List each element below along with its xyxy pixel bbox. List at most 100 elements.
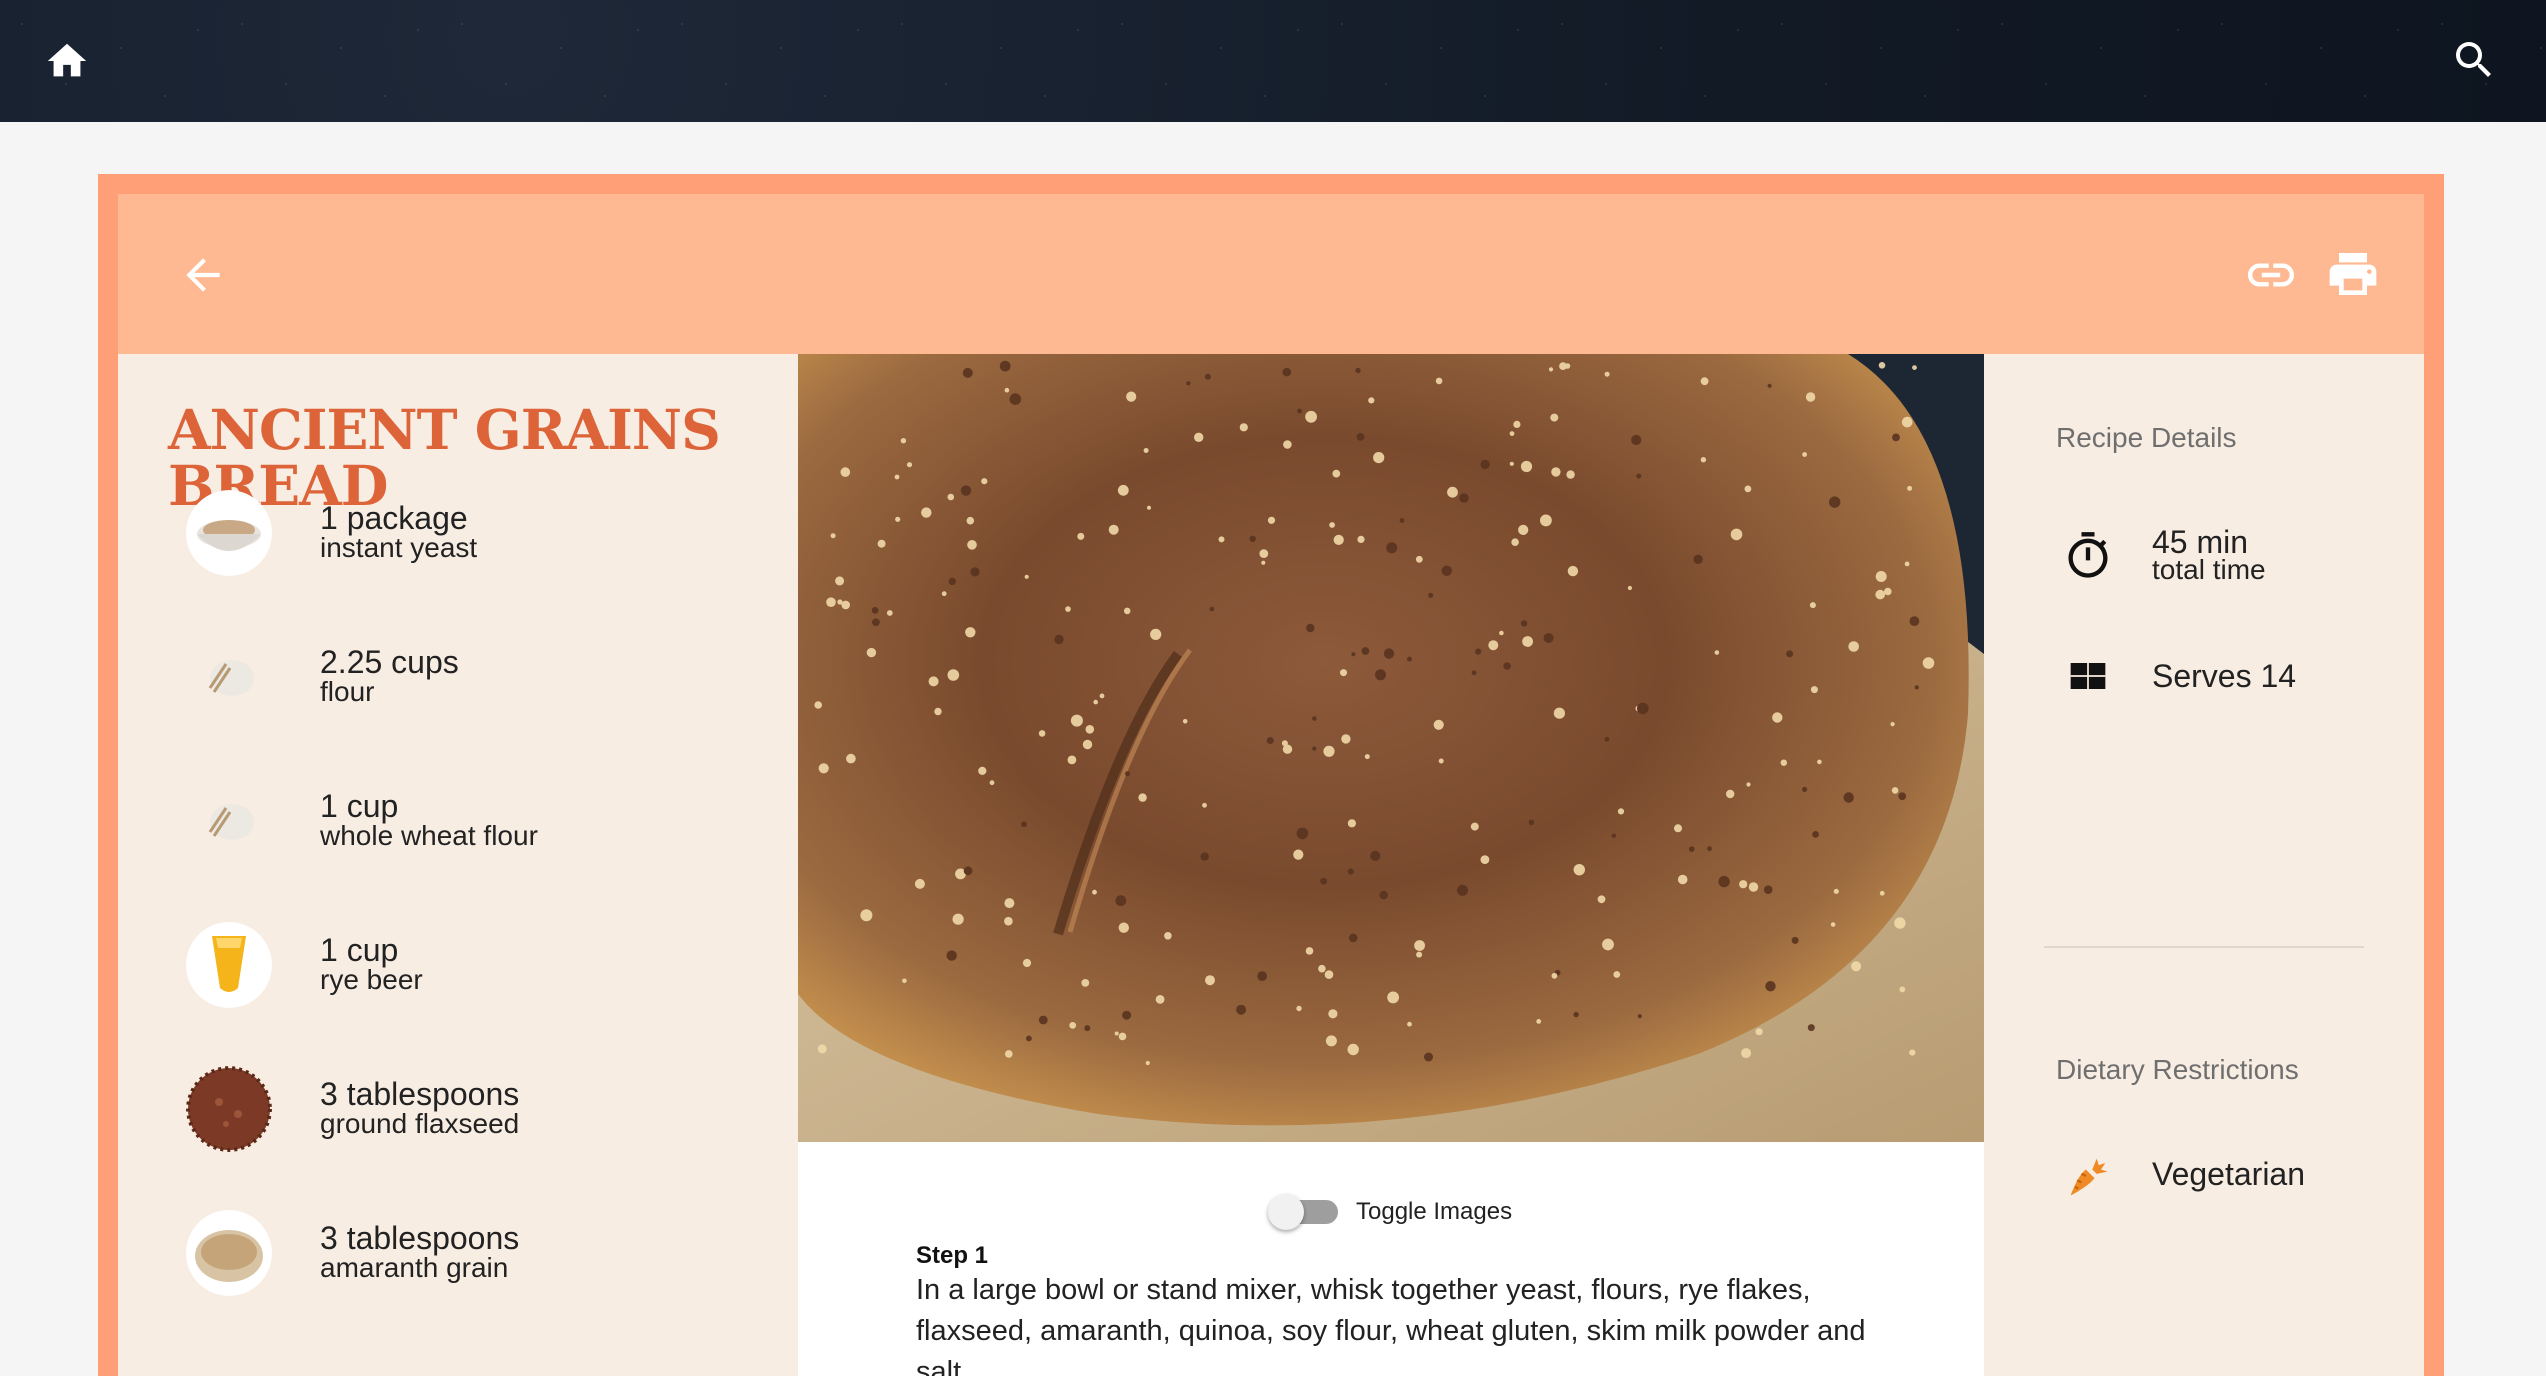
seed-speck: [1611, 833, 1616, 838]
seed-speck: [914, 878, 925, 889]
seed-speck: [962, 367, 973, 378]
seed-speck: [1833, 888, 1839, 894]
seed-speck: [989, 780, 995, 786]
toggle-images-switch[interactable]: [1268, 1194, 1344, 1230]
seed-speck: [1805, 392, 1816, 402]
seed-speck: [1305, 947, 1314, 955]
seed-speck: [1550, 413, 1559, 422]
seed-speck: [1891, 787, 1899, 794]
seed-speck: [965, 627, 976, 638]
seed-speck: [1067, 755, 1077, 765]
seed-speck: [1306, 623, 1315, 633]
ingredient-item: 1 cup rye beer: [186, 922, 766, 1012]
seed-speck: [1004, 898, 1015, 909]
seed-speck: [1357, 535, 1365, 543]
seed-speck: [1767, 383, 1772, 388]
seed-speck: [1368, 397, 1375, 404]
seed-speck: [1810, 686, 1818, 694]
seed-speck: [1447, 486, 1458, 498]
seed-speck: [818, 763, 829, 774]
seed-speck: [1540, 514, 1552, 527]
dietary-restrictions-title: Dietary Restrictions: [2056, 1054, 2299, 1085]
seed-speck: [866, 647, 877, 658]
seed-speck: [1700, 377, 1709, 386]
seed-speck: [1259, 549, 1269, 558]
seed-speck: [900, 438, 907, 444]
seed-speck: [1399, 518, 1405, 523]
seed-speck: [1038, 1015, 1048, 1025]
seed-speck: [1325, 1035, 1337, 1047]
seed-speck: [1115, 895, 1127, 907]
seed-speck: [1261, 560, 1266, 565]
link-icon[interactable]: [2242, 252, 2300, 298]
seed-speck: [1143, 448, 1149, 453]
search-icon[interactable]: [2450, 36, 2498, 84]
seed-speck: [906, 462, 913, 468]
seed-speck: [1551, 467, 1561, 477]
seed-speck: [1520, 460, 1533, 473]
seed-speck: [841, 600, 850, 610]
seed-speck: [1843, 792, 1854, 803]
seed-speck: [1407, 656, 1412, 662]
ingredient-item: 1 cup whole wheat flour: [186, 778, 766, 868]
seed-speck: [970, 567, 980, 577]
seed-speck: [1347, 868, 1354, 875]
seed-speck: [941, 591, 947, 597]
seed-speck: [1065, 606, 1071, 612]
seed-speck: [1126, 391, 1137, 402]
arrow-back-icon[interactable]: [178, 250, 228, 300]
starfield-background: [0, 0, 2546, 122]
home-icon[interactable]: [44, 38, 90, 84]
seed-speck: [1081, 979, 1090, 987]
seed-speck: [1511, 538, 1519, 546]
seed-speck: [1636, 473, 1642, 479]
seed-speck: [1553, 707, 1565, 719]
seed-speck: [1204, 373, 1211, 380]
seed-speck: [1780, 759, 1787, 766]
seed-speck: [1688, 846, 1695, 852]
ingredients-panel: ANCIENT GRAINS BREAD 1 package instant ye…: [118, 354, 798, 1376]
seed-speck: [1604, 371, 1610, 377]
seed-speck: [1347, 1043, 1359, 1056]
seed-speck: [1383, 648, 1395, 659]
seed-speck: [1438, 758, 1444, 764]
seed-speck: [1341, 734, 1351, 744]
flour-image: [186, 778, 272, 864]
seed-speck: [826, 597, 836, 607]
seed-speck: [1114, 1031, 1119, 1036]
seed-speck: [1730, 528, 1743, 541]
seed-speck: [872, 618, 880, 627]
seed-speck: [1433, 719, 1444, 730]
seed-speck: [1024, 574, 1029, 579]
seed-speck: [1573, 864, 1585, 876]
seed-speck: [1297, 408, 1302, 414]
seed-speck: [1503, 662, 1511, 670]
seed-speck: [1637, 1014, 1642, 1019]
seed-speck: [1637, 702, 1649, 715]
seed-speck: [1901, 416, 1913, 428]
seed-speck: [1898, 792, 1907, 801]
ingredient-name: rye beer: [320, 964, 423, 995]
seed-speck: [934, 707, 942, 716]
print-icon[interactable]: [2324, 246, 2382, 302]
seed-speck: [1904, 561, 1910, 567]
seed-speck: [1004, 387, 1010, 393]
instructions-panel: Toggle Images Step 1 In a large bowl or …: [798, 1142, 1984, 1376]
seed-speck: [1070, 714, 1083, 727]
seed-speck: [1520, 620, 1528, 627]
seed-speck: [1700, 457, 1707, 463]
seed-speck: [1726, 789, 1735, 799]
seed-speck: [1205, 975, 1215, 986]
seed-speck: [1830, 922, 1836, 927]
seed-speck: [1138, 793, 1147, 802]
seed-speck: [1351, 652, 1356, 657]
seed-speck: [1567, 565, 1579, 577]
seed-speck: [1021, 821, 1027, 828]
seed-speck: [1004, 916, 1013, 926]
seed-speck: [1617, 808, 1625, 815]
seed-speck: [1069, 1022, 1077, 1029]
seed-speck: [1428, 592, 1434, 598]
seed-speck: [960, 485, 972, 496]
carrot-icon: [2062, 1150, 2114, 1202]
seed-speck: [1707, 846, 1712, 852]
